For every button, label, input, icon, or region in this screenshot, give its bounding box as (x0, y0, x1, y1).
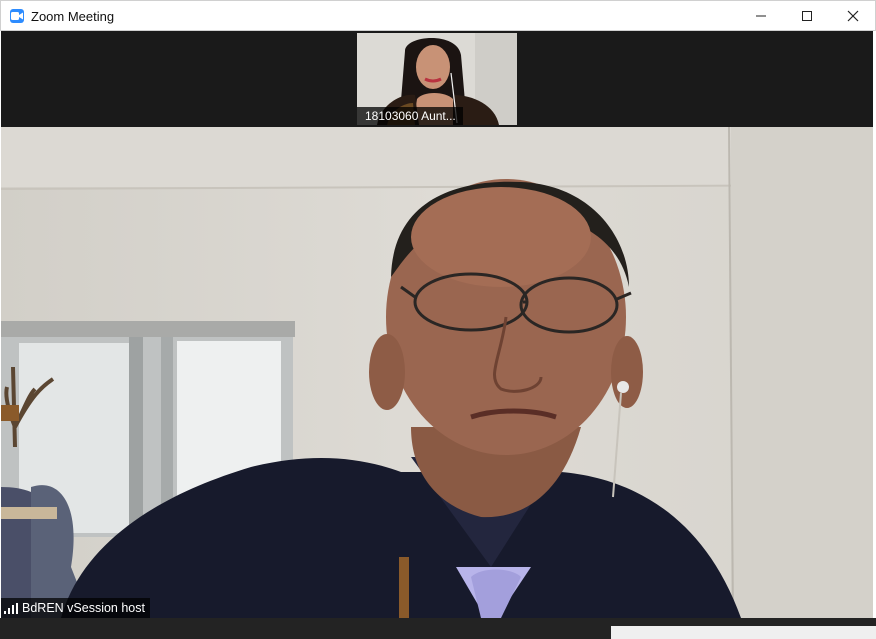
participant-name-label: 18103060 Aunt... (357, 107, 463, 125)
desktop-edge (611, 626, 876, 639)
window-title: Zoom Meeting (31, 9, 115, 24)
signal-strength-icon (4, 602, 18, 614)
zoom-camera-icon (10, 9, 24, 23)
speaker-name-label: BdREN vSession host (1, 598, 150, 618)
bottom-frame (0, 618, 876, 639)
participant-thumbnail[interactable]: 18103060 Aunt... (357, 33, 517, 125)
speaker-name-text: BdREN vSession host (22, 601, 145, 615)
minimize-button[interactable] (738, 1, 784, 31)
maximize-button[interactable] (784, 1, 830, 31)
minimize-icon (756, 15, 766, 17)
title-bar: Zoom Meeting (0, 0, 876, 31)
close-icon (847, 10, 859, 22)
active-speaker-video[interactable]: BdREN vSession host (1, 127, 873, 618)
speaker-video-frame (1, 127, 873, 618)
close-button[interactable] (830, 1, 876, 31)
maximize-icon (802, 11, 812, 21)
